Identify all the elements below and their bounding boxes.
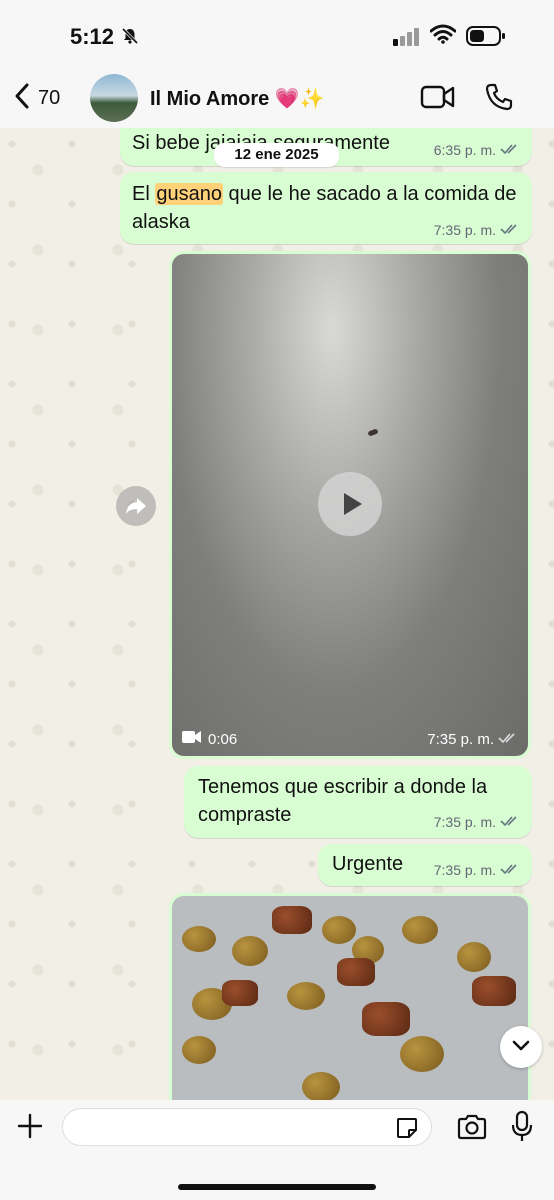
video-message[interactable]: 0:06 7:35 p. m. bbox=[172, 254, 528, 756]
message-composer bbox=[0, 1100, 554, 1200]
photo-content bbox=[322, 916, 356, 944]
message-time: 7:35 p. m. bbox=[427, 731, 494, 748]
read-ticks-icon bbox=[500, 814, 520, 830]
cellular-signal-icon bbox=[393, 28, 421, 51]
status-time: 5:12 bbox=[70, 24, 115, 49]
forward-icon bbox=[125, 496, 147, 521]
message-meta: 7:35 p. m. bbox=[434, 222, 520, 238]
status-bar: 5:12 bbox=[0, 0, 554, 70]
play-icon bbox=[342, 491, 364, 522]
message-text: Urgente bbox=[332, 853, 404, 875]
chat-header: 70 Il Mio Amore 💗✨ bbox=[0, 70, 554, 128]
date-separator: 12 ene 2025 bbox=[214, 143, 339, 167]
silent-bell-icon bbox=[121, 27, 139, 50]
message-time: 7:35 p. m. bbox=[433, 862, 496, 878]
battery-icon bbox=[466, 26, 506, 51]
photo-content bbox=[337, 958, 375, 986]
photo-content bbox=[232, 936, 268, 966]
search-highlight: gusano bbox=[155, 183, 223, 205]
avatar[interactable] bbox=[90, 74, 138, 122]
play-button[interactable] bbox=[318, 472, 382, 536]
scroll-to-bottom-button[interactable] bbox=[500, 1026, 542, 1068]
message-meta: 7:35 p. m. bbox=[434, 814, 520, 830]
read-ticks-icon bbox=[500, 142, 520, 158]
photo-content bbox=[272, 906, 312, 934]
photo-content bbox=[402, 916, 438, 944]
plus-icon[interactable] bbox=[16, 1112, 44, 1145]
message-bubble[interactable]: Tenemos que escribir a donde la comprast… bbox=[184, 766, 532, 838]
message-meta: 7:35 p. m. bbox=[427, 731, 518, 748]
message-time: 7:35 p. m. bbox=[433, 814, 496, 830]
chevron-left-icon bbox=[14, 82, 30, 115]
image-message[interactable] bbox=[172, 896, 528, 1106]
video-duration-text: 0:06 bbox=[208, 730, 238, 748]
photo-content bbox=[302, 1072, 340, 1102]
wifi-icon bbox=[429, 24, 457, 49]
message-meta: 6:35 p. m. bbox=[434, 142, 520, 158]
photo-content bbox=[182, 926, 216, 952]
message-input[interactable] bbox=[62, 1108, 432, 1146]
sticker-icon[interactable] bbox=[395, 1116, 419, 1145]
read-ticks-icon bbox=[500, 862, 520, 878]
message-time: 7:35 p. m. bbox=[433, 222, 496, 238]
phone-call-icon[interactable] bbox=[484, 82, 514, 117]
chevron-down-icon bbox=[511, 1039, 531, 1058]
message-text-before: El bbox=[132, 183, 156, 205]
back-button[interactable]: 70 bbox=[14, 82, 60, 115]
video-duration: 0:06 bbox=[182, 730, 237, 748]
unread-count: 70 bbox=[38, 87, 61, 109]
photo-content bbox=[400, 1036, 444, 1072]
video-thumbnail-detail bbox=[367, 428, 379, 437]
read-ticks-icon bbox=[498, 731, 518, 748]
contact-name[interactable]: Il Mio Amore 💗✨ bbox=[150, 86, 325, 111]
photo-content bbox=[362, 1002, 410, 1036]
photo-content bbox=[287, 982, 325, 1010]
camera-icon[interactable] bbox=[456, 1114, 488, 1145]
photo-content bbox=[457, 942, 491, 972]
forward-button[interactable] bbox=[116, 486, 156, 526]
message-bubble[interactable]: Urgente 7:35 p. m. bbox=[318, 844, 532, 886]
photo-content bbox=[222, 980, 258, 1006]
home-indicator bbox=[178, 1184, 376, 1190]
video-call-icon[interactable] bbox=[420, 84, 456, 115]
microphone-icon[interactable] bbox=[510, 1110, 534, 1149]
read-ticks-icon bbox=[500, 222, 520, 238]
photo-content bbox=[472, 976, 516, 1006]
video-camera-icon bbox=[182, 730, 202, 748]
message-bubble[interactable]: El gusano que le he sacado a la comida d… bbox=[120, 172, 532, 244]
message-meta: 7:35 p. m. bbox=[434, 862, 520, 878]
message-time: 6:35 p. m. bbox=[433, 142, 496, 158]
photo-content bbox=[182, 1036, 216, 1064]
